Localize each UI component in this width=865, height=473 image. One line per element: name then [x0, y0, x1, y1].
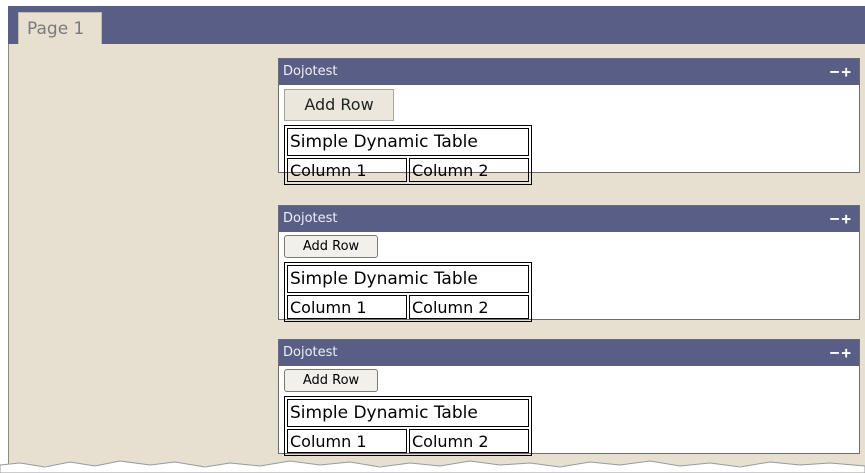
table-cell-column-1: Column 1: [287, 429, 407, 453]
add-row-button[interactable]: Add Row: [284, 89, 394, 121]
panel-title: Dojotest: [283, 345, 338, 360]
dynamic-table: Simple Dynamic Table Column 1 Column 2: [284, 125, 532, 185]
torn-edge: [0, 460, 865, 473]
tab-bar: ‹: [8, 6, 865, 44]
panel-controls[interactable]: −+: [830, 59, 853, 85]
add-row-button[interactable]: Add Row: [284, 235, 378, 258]
table-cell-column-1: Column 1: [287, 158, 407, 182]
panel-titlebar: Dojotest −+: [279, 340, 859, 366]
panel-titlebar: Dojotest −+: [279, 206, 859, 232]
table-caption: Simple Dynamic Table: [287, 265, 529, 293]
panel-titlebar: Dojotest −+: [279, 59, 859, 85]
table-cell-column-2: Column 2: [409, 158, 529, 182]
panel-title: Dojotest: [283, 211, 338, 226]
table-caption: Simple Dynamic Table: [287, 399, 529, 427]
panel-controls[interactable]: −+: [830, 206, 853, 232]
dojotest-panel: Dojotest −+ Add Row Simple Dynamic Table…: [278, 339, 860, 456]
dynamic-table: Simple Dynamic Table Column 1 Column 2: [284, 396, 532, 456]
dynamic-table: Simple Dynamic Table Column 1 Column 2: [284, 262, 532, 322]
table-caption: Simple Dynamic Table: [287, 128, 529, 156]
panel-controls[interactable]: −+: [830, 340, 853, 366]
tab-page-1[interactable]: Page 1: [18, 12, 102, 44]
dojotest-panel: Dojotest −+ Add Row Simple Dynamic Table…: [278, 58, 860, 185]
table-cell-column-1: Column 1: [287, 295, 407, 319]
add-row-button[interactable]: Add Row: [284, 369, 378, 392]
table-cell-column-2: Column 2: [409, 429, 529, 453]
table-cell-column-2: Column 2: [409, 295, 529, 319]
dojotest-panel: Dojotest −+ Add Row Simple Dynamic Table…: [278, 205, 860, 322]
panel-title: Dojotest: [283, 64, 338, 79]
